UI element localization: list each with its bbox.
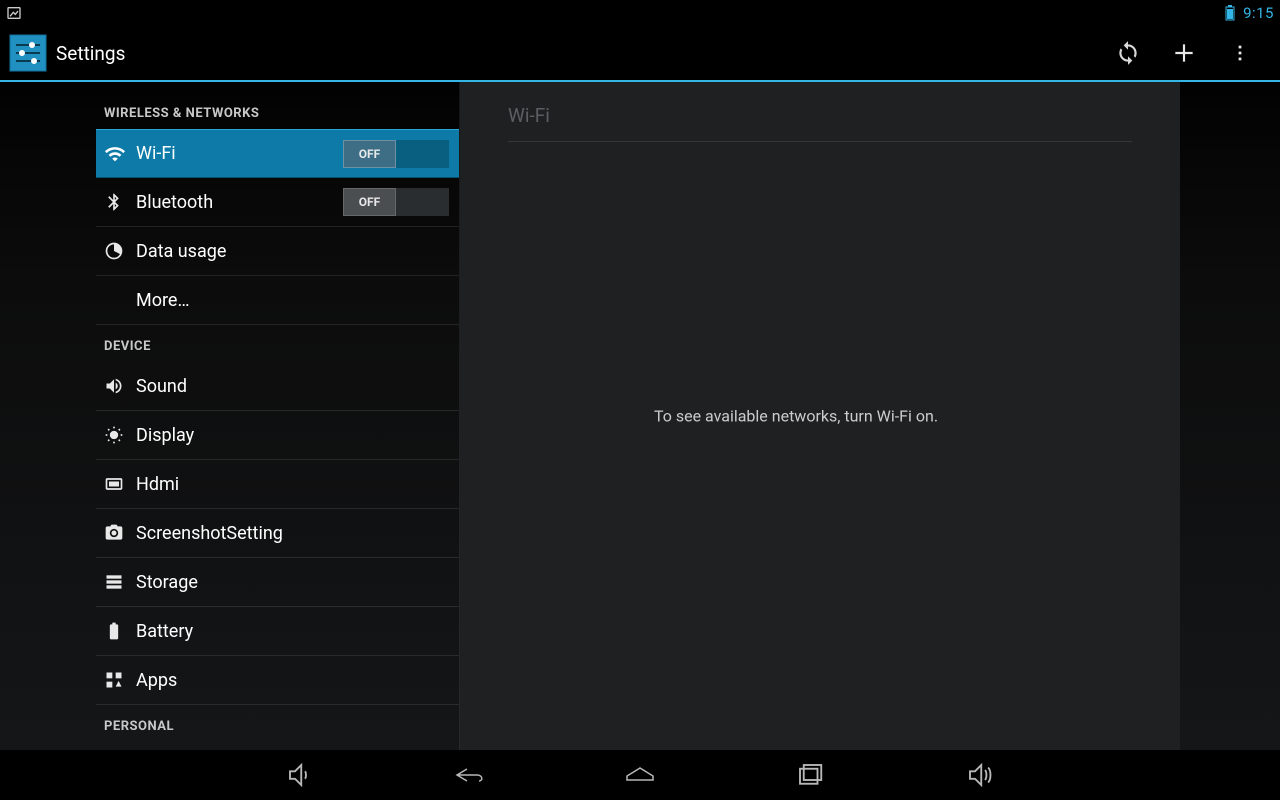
recent-apps-button[interactable]	[780, 755, 840, 795]
sidebar-item-screenshot[interactable]: ScreenshotSetting	[96, 509, 459, 558]
sidebar-item-label: ScreenshotSetting	[136, 523, 449, 544]
divider	[508, 141, 1132, 142]
camera-icon	[104, 523, 136, 543]
section-header-wireless: WIRELESS & NETWORKS	[96, 82, 459, 129]
sidebar-item-more[interactable]: More…	[96, 276, 459, 325]
sidebar-item-label: Bluetooth	[136, 192, 343, 213]
sidebar-item-sound[interactable]: Sound	[96, 362, 459, 411]
add-button[interactable]	[1156, 25, 1212, 81]
volume-up-button[interactable]	[950, 755, 1010, 795]
sidebar-item-hdmi[interactable]: Hdmi	[96, 460, 459, 509]
settings-sidebar: WIRELESS & NETWORKS Wi-Fi OFF Bluetooth …	[0, 82, 460, 750]
sidebar-item-label: Hdmi	[136, 474, 449, 495]
apps-icon	[104, 670, 136, 690]
wifi-icon	[104, 143, 136, 165]
sidebar-item-display[interactable]: Display	[96, 411, 459, 460]
picture-icon	[6, 5, 22, 21]
action-bar: Settings	[0, 26, 1280, 82]
settings-app-icon[interactable]	[0, 25, 56, 81]
body: WIRELESS & NETWORKS Wi-Fi OFF Bluetooth …	[0, 82, 1280, 750]
battery-icon	[104, 621, 136, 641]
detail-empty-message: To see available networks, turn Wi-Fi on…	[460, 407, 1132, 426]
sidebar-item-label: Apps	[136, 670, 449, 691]
refresh-button[interactable]	[1100, 25, 1156, 81]
overflow-menu-button[interactable]	[1212, 25, 1268, 81]
sidebar-item-label: Storage	[136, 572, 449, 593]
hdmi-icon	[104, 474, 136, 494]
sidebar-item-bluetooth[interactable]: Bluetooth OFF	[96, 178, 459, 227]
toggle-state: OFF	[343, 140, 396, 168]
sidebar-item-battery[interactable]: Battery	[96, 607, 459, 656]
sidebar-item-label: Sound	[136, 376, 449, 397]
section-header-personal: PERSONAL	[96, 705, 459, 742]
section-header-device: DEVICE	[96, 325, 459, 362]
volume-down-button[interactable]	[270, 755, 330, 795]
sidebar-item-storage[interactable]: Storage	[96, 558, 459, 607]
sound-icon	[104, 376, 136, 396]
wifi-toggle[interactable]: OFF	[343, 140, 449, 168]
sidebar-item-data-usage[interactable]: Data usage	[96, 227, 459, 276]
sidebar-item-label: More…	[136, 290, 449, 311]
data-usage-icon	[104, 241, 136, 261]
detail-title: Wi-Fi	[460, 82, 1180, 141]
display-icon	[104, 425, 136, 445]
bluetooth-toggle[interactable]: OFF	[343, 188, 449, 216]
navigation-bar	[0, 750, 1280, 800]
clock-text: 9:15	[1243, 4, 1274, 22]
sidebar-item-label: Data usage	[136, 241, 449, 262]
sidebar-item-apps[interactable]: Apps	[96, 656, 459, 705]
detail-pane: Wi-Fi To see available networks, turn Wi…	[460, 82, 1280, 750]
sidebar-item-label: Display	[136, 425, 449, 446]
status-bar: 9:15	[0, 0, 1280, 26]
home-button[interactable]	[610, 755, 670, 795]
page-title: Settings	[56, 42, 125, 65]
battery-icon	[1225, 5, 1235, 21]
sidebar-item-label: Wi-Fi	[136, 143, 343, 164]
sidebar-item-wifi[interactable]: Wi-Fi OFF	[96, 129, 459, 178]
back-button[interactable]	[440, 755, 500, 795]
bluetooth-icon	[104, 192, 136, 212]
storage-icon	[104, 572, 136, 592]
toggle-state: OFF	[343, 188, 396, 216]
sidebar-item-label: Battery	[136, 621, 449, 642]
